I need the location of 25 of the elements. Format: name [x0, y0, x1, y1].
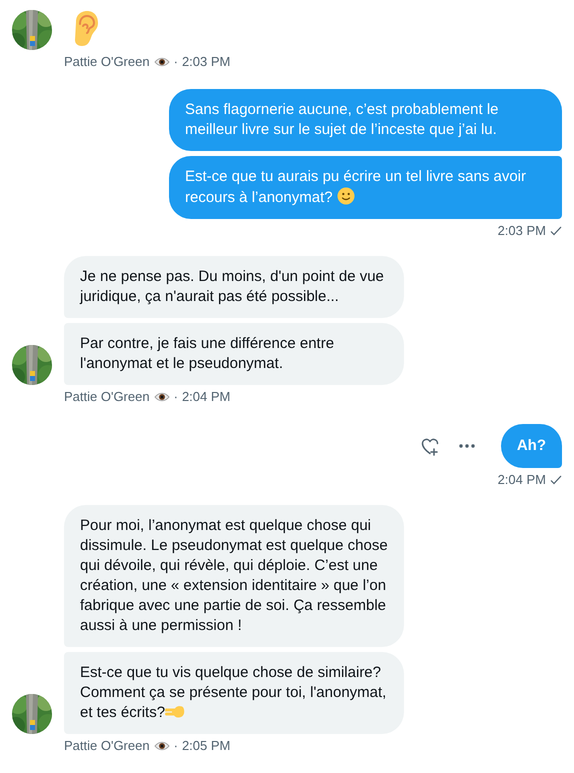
message-bubble: Je ne pense pas. Du moins, d'un point de vue juridique, ça n'aurait pas été possible...	[64, 256, 404, 318]
smiley-icon	[336, 187, 355, 205]
message-bubble: Est-ce que tu vis quelque chose de similaire? Comment ça se présente pour toi, l'anonymat, et tes écrits?	[64, 652, 404, 734]
timestamp: 2:03 PM	[498, 223, 546, 238]
message-bubble: Pour moi, l’anonymat est quelque chose qui dissimule. Le pseudonymat est quelque chose qui dévoile, qui révèle, qui déploie. C’est une création, une « extension identitaire » que l’on fabrique avec une partie de soi. Ça ressemble aussi à une permission !	[64, 505, 404, 647]
pointing-hand-icon	[165, 704, 186, 718]
sender-name[interactable]: Pattie O'Green	[64, 738, 150, 753]
separator-dot: ·	[174, 54, 178, 69]
more-icon[interactable]	[458, 444, 475, 448]
eye-icon	[154, 740, 170, 750]
separator-dot: ·	[174, 738, 178, 753]
message-bubble: Par contre, je fais une différence entre l'anonymat et le pseudonymat.	[64, 323, 404, 385]
timestamp: 2:04 PM	[182, 389, 230, 404]
timestamp: 2:04 PM	[498, 472, 546, 487]
sender-name[interactable]: Pattie O'Green	[64, 54, 150, 69]
sender-name[interactable]: Pattie O'Green	[64, 389, 150, 404]
timestamp: 2:05 PM	[182, 738, 230, 753]
eye-icon	[154, 56, 170, 66]
timestamp: 2:03 PM	[182, 54, 230, 69]
separator-dot: ·	[174, 389, 178, 404]
eye-icon	[154, 392, 170, 402]
add-reaction-icon[interactable]	[420, 436, 441, 456]
message-bubble: Sans flagornerie aucune, c’est probablement le meilleur livre sur le sujet de l’inceste que j’ai lu.	[169, 89, 562, 151]
message-bubble: Ah?	[500, 424, 562, 468]
message-bubble: Est-ce que tu aurais pu écrire un tel livre sans avoir recours à l’anonymat?	[169, 156, 562, 219]
